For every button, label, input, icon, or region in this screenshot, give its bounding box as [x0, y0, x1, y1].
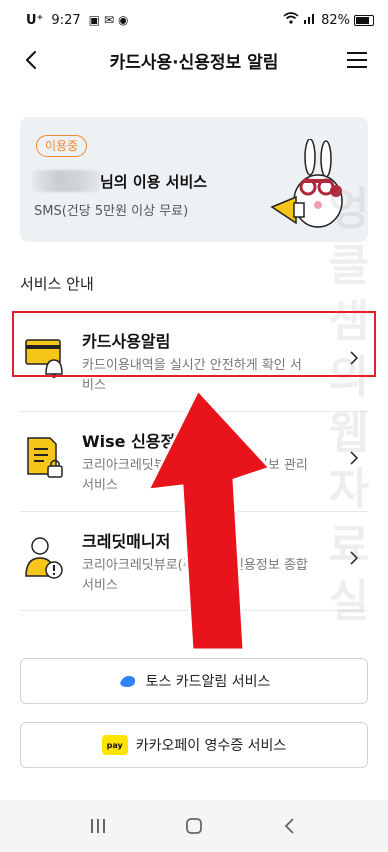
chevron-right-icon — [350, 351, 359, 365]
toss-card-alert-button[interactable]: 토스 카드알림 서비스 — [20, 658, 368, 704]
rabbit-mascot-icon — [270, 139, 343, 228]
user-service-label: 님의 이용 서비스 — [100, 173, 208, 191]
section-title: 서비스 안내 — [20, 275, 94, 293]
wifi-icon — [283, 12, 299, 28]
kakaopay-logo-icon: pay — [101, 735, 128, 755]
carrier-label: U⁺ — [26, 12, 44, 28]
sync-icon: ◉ — [118, 13, 129, 27]
status-badge: 이용중 — [36, 135, 88, 157]
toss-button-label: 토스 카드알림 서비스 — [145, 674, 271, 690]
person-alert-icon — [25, 537, 63, 579]
toss-logo-icon — [119, 675, 135, 687]
red-arrow-annotation — [148, 390, 270, 650]
message-icon: ✉ — [103, 13, 115, 27]
kakaopay-receipt-button[interactable]: pay 카카오페이 영수증 서비스 — [20, 722, 368, 768]
clock: 9:27 — [51, 12, 81, 28]
chevron-right-icon — [350, 451, 359, 465]
app-header: 카드사용·신용정보 알림 — [0, 40, 388, 80]
battery-percent: 82% — [321, 12, 350, 28]
sms-plan-text: SMS(건당 5만원 이상 무료) — [34, 204, 189, 219]
document-lock-icon — [27, 437, 63, 478]
blurred-username — [32, 170, 100, 192]
back-nav-icon[interactable] — [275, 811, 305, 841]
card-bell-icon — [25, 339, 63, 378]
menu-icon[interactable] — [346, 50, 368, 70]
signal-icon — [303, 12, 317, 28]
chevron-right-icon — [350, 551, 359, 565]
service-title: 카드사용알림 — [82, 332, 171, 351]
gallery-icon: ▣ — [88, 13, 100, 27]
back-icon[interactable] — [20, 48, 44, 72]
kakaopay-button-label: 카카오페이 영수증 서비스 — [135, 738, 287, 754]
battery-icon — [354, 14, 374, 26]
recent-apps-icon[interactable] — [83, 811, 113, 841]
subscription-card: 이용중 님의 이용 서비스 SMS(건당 5만원 이상 무료) — [20, 117, 368, 242]
page-title: 카드사용·신용정보 알림 — [109, 52, 279, 73]
system-nav-bar — [0, 800, 388, 852]
home-icon[interactable] — [179, 811, 209, 841]
status-bar: U⁺ 9:27 ▣ ✉ ◉ 82% — [0, 0, 388, 40]
